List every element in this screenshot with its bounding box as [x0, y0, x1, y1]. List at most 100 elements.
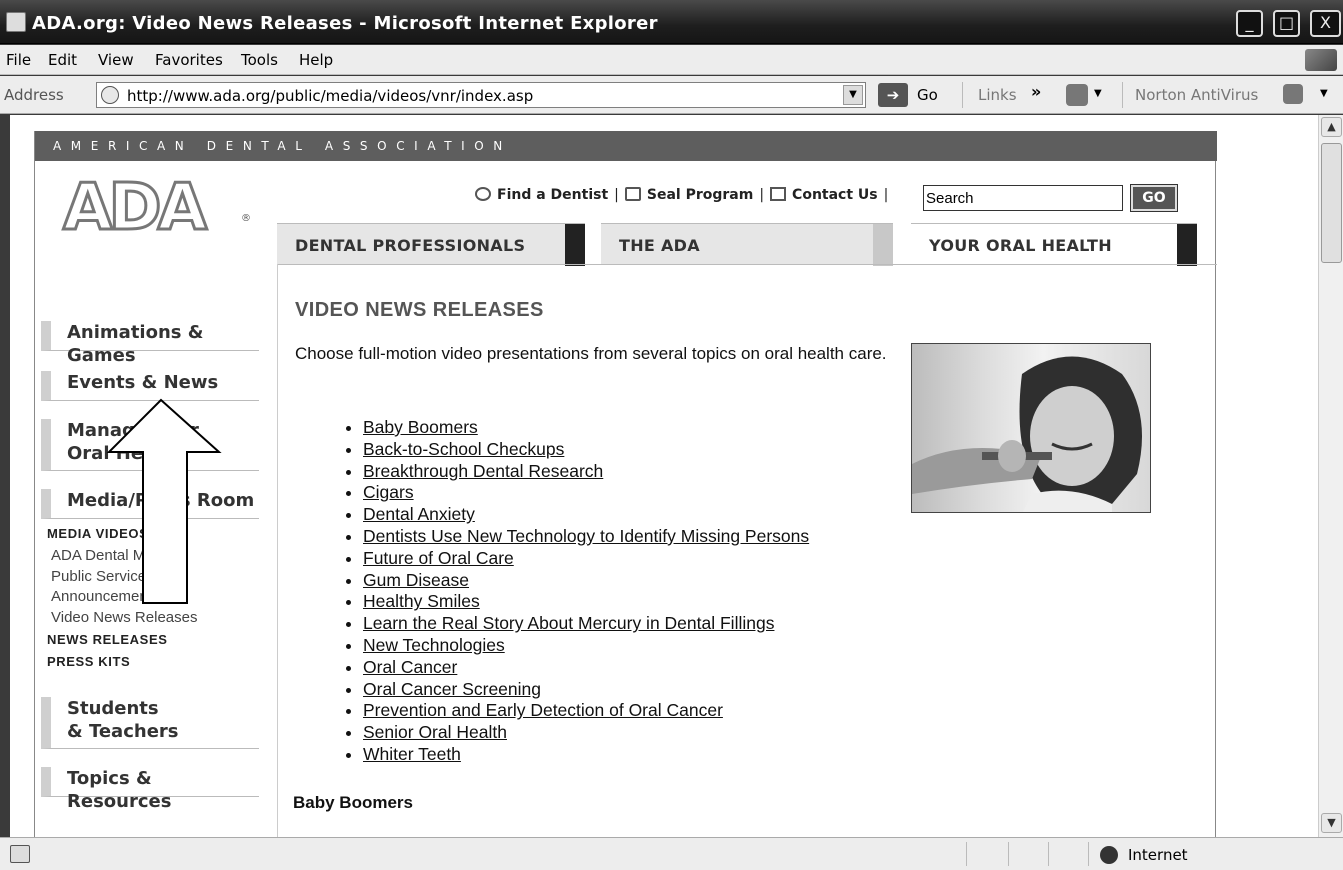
nav-topics-resources[interactable]: Topics & Resources	[41, 767, 259, 812]
topic-list-item: Healthy Smiles	[363, 591, 809, 613]
link-separator: |	[759, 187, 765, 203]
tab-label: THE ADA	[619, 236, 700, 255]
norton-dropdown-icon[interactable]: ▼	[1320, 88, 1328, 99]
toolbar-separator	[1122, 82, 1123, 108]
address-label: Address	[4, 86, 64, 104]
translate-tool-icon[interactable]	[1066, 84, 1088, 106]
links-chevron-icon[interactable]: »	[1031, 82, 1041, 101]
ie-app-icon[interactable]	[6, 12, 26, 32]
topic-list-item: New Technologies	[363, 635, 809, 657]
topic-link[interactable]: Baby Boomers	[363, 417, 478, 437]
menu-tools[interactable]: Tools	[241, 51, 278, 69]
topic-link[interactable]: Dentists Use New Technology to Identify …	[363, 526, 809, 546]
close-button[interactable]: X	[1310, 10, 1341, 37]
window-title: ADA.org: Video News Releases - Microsoft…	[32, 13, 658, 34]
maximize-button[interactable]: □	[1273, 10, 1300, 37]
scroll-thumb[interactable]	[1321, 143, 1342, 263]
nav-label: Topics & Resources	[67, 768, 172, 812]
subnav-press-kits[interactable]: PRESS KITS	[47, 651, 197, 673]
tab-dental-professionals[interactable]: DENTAL PROFESSIONALS	[277, 223, 585, 266]
topic-link[interactable]: Healthy Smiles	[363, 591, 480, 611]
topic-link[interactable]: Whiter Teeth	[363, 744, 461, 764]
topic-link[interactable]: Dental Anxiety	[363, 504, 475, 524]
topic-link[interactable]: New Technologies	[363, 635, 505, 655]
link-separator: |	[614, 187, 619, 203]
windows-logo-icon	[1305, 49, 1337, 71]
ada-logo[interactable]: ADA	[61, 170, 208, 247]
address-url[interactable]: http://www.ada.org/public/media/videos/v…	[127, 87, 533, 105]
topic-link[interactable]: Breakthrough Dental Research	[363, 461, 603, 481]
topic-list-item: Cigars	[363, 482, 809, 504]
tab-label: DENTAL PROFESSIONALS	[295, 236, 526, 255]
scroll-up-icon[interactable]: ▲	[1321, 117, 1342, 137]
menu-edit[interactable]: Edit	[48, 51, 77, 69]
topic-link[interactable]: Cigars	[363, 482, 414, 502]
topic-list-item: Whiter Teeth	[363, 744, 809, 766]
address-input[interactable]: http://www.ada.org/public/media/videos/v…	[96, 82, 866, 108]
links-button[interactable]: Links	[978, 86, 1017, 104]
norton-icon[interactable]	[1283, 84, 1303, 104]
magnifier-icon	[475, 187, 491, 201]
content-border	[277, 264, 278, 837]
window-titlebar: ADA.org: Video News Releases - Microsoft…	[0, 0, 1343, 44]
topic-link[interactable]: Gum Disease	[363, 570, 469, 590]
link-separator: |	[883, 187, 889, 203]
logo-registered-mark: ®	[241, 213, 251, 224]
site-search-input[interactable]	[923, 185, 1123, 211]
status-separator	[1088, 842, 1089, 866]
nav-label: Events & News	[67, 372, 219, 393]
nav-label: Students & Teachers	[67, 698, 179, 742]
minimize-button[interactable]: _	[1236, 10, 1263, 37]
nav-events-news[interactable]: Events & News	[41, 371, 259, 401]
menu-file[interactable]: File	[6, 51, 31, 69]
topic-link[interactable]: Back-to-School Checkups	[363, 439, 564, 459]
status-separator	[1008, 842, 1009, 866]
topic-list-item: Gum Disease	[363, 570, 809, 592]
subnav-news-releases[interactable]: NEWS RELEASES	[47, 629, 197, 651]
topic-link[interactable]: Prevention and Early Detection of Oral C…	[363, 700, 723, 720]
browser-viewport: AMERICAN DENTAL ASSOCIATION ADA ® Find a…	[10, 115, 1318, 837]
utility-links: Find a Dentist | Seal Program | Contact Us |	[475, 187, 894, 203]
tab-the-ada[interactable]: THE ADA	[601, 223, 893, 266]
go-arrow-icon[interactable]: ➔	[878, 83, 908, 107]
tab-accent	[1177, 224, 1197, 266]
menu-favorites[interactable]: Favorites	[155, 51, 223, 69]
tab-your-oral-health[interactable]: YOUR ORAL HEALTH	[911, 223, 1197, 266]
topic-link[interactable]: Oral Cancer	[363, 657, 457, 677]
topic-link[interactable]: Learn the Real Story About Mercury in De…	[363, 613, 774, 633]
intro-text: Choose full-motion video presentations f…	[295, 344, 887, 363]
nav-students-teachers[interactable]: Students & Teachers	[41, 697, 259, 749]
status-separator	[1048, 842, 1049, 866]
topic-list-item: Dental Anxiety	[363, 504, 809, 526]
norton-antivirus-button[interactable]: Norton AntiVirus	[1135, 86, 1258, 104]
topic-list-item: Future of Oral Care	[363, 548, 809, 570]
topic-list-item: Prevention and Early Detection of Oral C…	[363, 700, 809, 722]
internet-zone-icon	[1100, 846, 1118, 864]
menu-view[interactable]: View	[98, 51, 134, 69]
scroll-down-icon[interactable]: ▼	[1321, 813, 1342, 833]
photo-illustration	[912, 356, 1142, 512]
vertical-scrollbar[interactable]: ▲ ▼	[1318, 115, 1343, 837]
go-button[interactable]: Go	[917, 86, 938, 104]
topic-link[interactable]: Future of Oral Care	[363, 548, 514, 568]
subnav-video-news-releases[interactable]: Video News Releases	[47, 607, 197, 629]
topic-list-item: Back-to-School Checkups	[363, 439, 809, 461]
dropdown-arrow-icon[interactable]: ▼	[1094, 88, 1102, 99]
seal-icon	[624, 187, 641, 201]
topic-link[interactable]: Oral Cancer Screening	[363, 679, 541, 699]
find-a-dentist-link[interactable]: Find a Dentist	[497, 187, 608, 203]
menu-help[interactable]: Help	[299, 51, 333, 69]
security-zone-label: Internet	[1128, 846, 1188, 864]
nav-animations-games[interactable]: Animations & Games	[41, 321, 259, 366]
topic-list-item: Baby Boomers	[363, 417, 809, 439]
seal-program-link[interactable]: Seal Program	[647, 187, 753, 203]
nav-label: Animations & Games	[67, 322, 204, 366]
ada-band-text: AMERICAN DENTAL ASSOCIATION	[53, 139, 512, 153]
page-icon	[101, 86, 119, 104]
topic-list-item: Oral Cancer	[363, 657, 809, 679]
contact-us-link[interactable]: Contact Us	[792, 187, 878, 203]
topic-link[interactable]: Senior Oral Health	[363, 722, 507, 742]
site-search-go-button[interactable]: GO	[1130, 184, 1178, 212]
tab-label: YOUR ORAL HEALTH	[929, 236, 1112, 255]
address-dropdown-icon[interactable]: ▼	[843, 85, 863, 105]
